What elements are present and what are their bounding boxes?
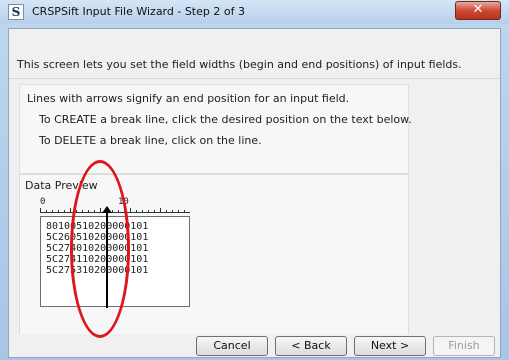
annotation-ellipse: [70, 160, 130, 338]
close-button[interactable]: ✕: [455, 1, 501, 20]
back-button[interactable]: < Back: [275, 336, 347, 356]
header-separator: [9, 78, 500, 79]
instruction-line: Lines with arrows signify an end positio…: [27, 92, 350, 105]
instruction-line: To CREATE a break line, click the desire…: [39, 113, 412, 126]
instructions-panel: Lines with arrows signify an end positio…: [19, 84, 412, 174]
finish-button[interactable]: Finish: [433, 336, 495, 356]
title-bar[interactable]: S CRSPSift Input File Wizard - Step 2 of…: [0, 0, 509, 24]
cancel-button[interactable]: Cancel: [196, 336, 268, 356]
next-button[interactable]: Next >: [354, 336, 426, 356]
wizard-window: S CRSPSift Input File Wizard - Step 2 of…: [0, 0, 509, 360]
instruction-line: To DELETE a break line, click on the lin…: [39, 134, 262, 147]
intro-text: This screen lets you set the field width…: [17, 58, 462, 71]
ruler-label-0: 0: [40, 197, 46, 207]
window-title: CRSPSift Input File Wizard - Step 2 of 3: [32, 5, 245, 18]
button-bar: Cancel < Back Next > Finish: [9, 334, 500, 357]
app-icon: S: [8, 4, 24, 20]
